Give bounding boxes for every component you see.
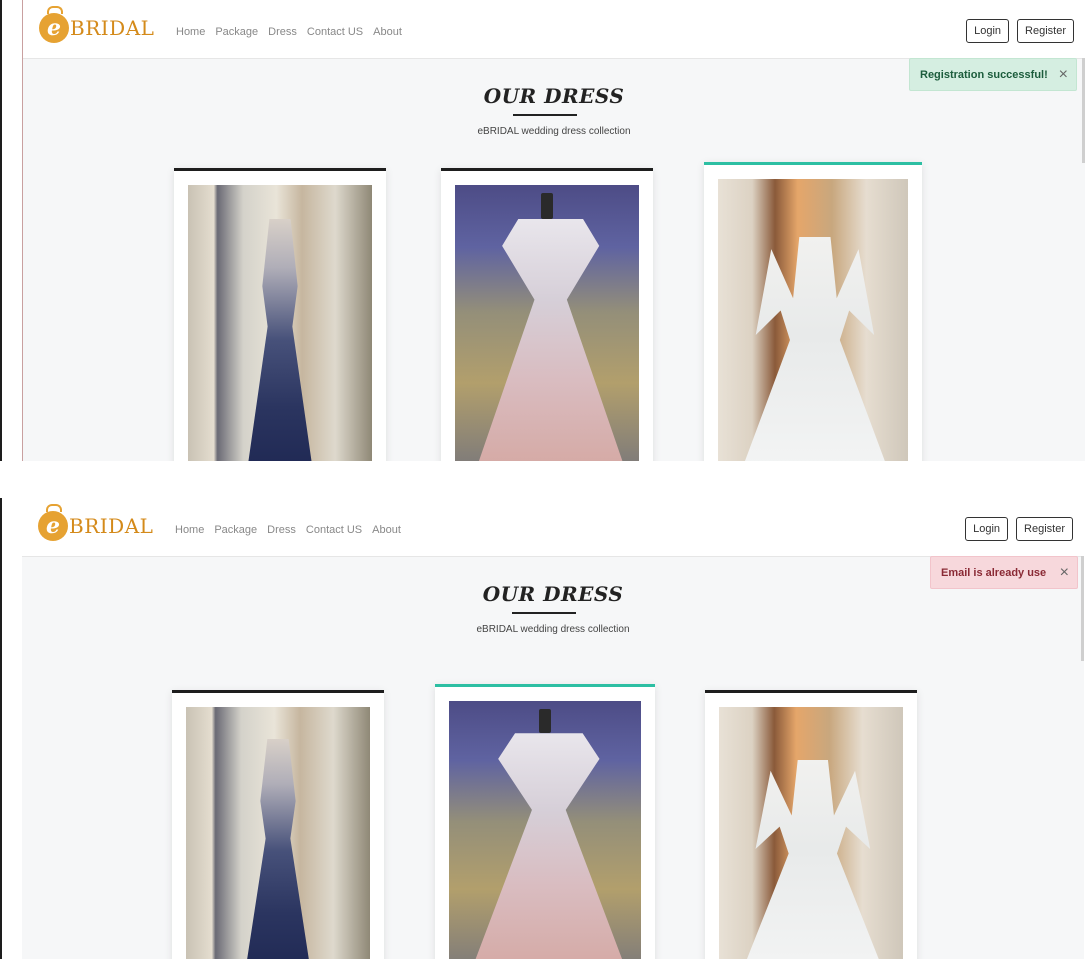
logo-mark-icon: e <box>38 504 68 541</box>
header: e BRIDAL Home Package Dress Contact US A… <box>23 0 1085 59</box>
nav-contact[interactable]: Contact US <box>307 26 363 38</box>
screenshot-email-error: e BRIDAL Home Package Dress Contact US A… <box>0 498 1087 959</box>
dress-card-active[interactable] <box>704 162 922 461</box>
logo-text: BRIDAL <box>69 514 154 538</box>
dress-card[interactable] <box>174 168 386 461</box>
nav-contact[interactable]: Contact US <box>306 524 362 536</box>
close-icon[interactable]: × <box>1060 564 1069 582</box>
navy-sequin-gown-icon <box>186 707 370 959</box>
login-button[interactable]: Login <box>966 19 1010 43</box>
nav-home[interactable]: Home <box>176 26 205 38</box>
logo-mark-icon: e <box>39 6 69 43</box>
section-subtitle: eBRIDAL wedding dress collection <box>476 624 630 635</box>
screenshot-registration-success: e BRIDAL Home Package Dress Contact US A… <box>0 0 1087 461</box>
login-button[interactable]: Login <box>965 517 1009 541</box>
site-page: e BRIDAL Home Package Dress Contact US A… <box>22 0 1085 461</box>
title-underline <box>513 114 577 116</box>
nav-dress[interactable]: Dress <box>267 524 296 536</box>
auth-buttons: Login Register <box>966 19 1074 43</box>
nav-about[interactable]: About <box>373 26 402 38</box>
logo[interactable]: e BRIDAL <box>39 6 155 43</box>
dress-card[interactable] <box>705 690 917 959</box>
dress-card[interactable] <box>172 690 384 959</box>
close-icon[interactable]: × <box>1059 66 1068 84</box>
success-alert-message: Registration successful! <box>920 68 1048 81</box>
nav-dress[interactable]: Dress <box>268 26 297 38</box>
navy-sequin-gown-icon <box>188 185 372 461</box>
dress-card[interactable] <box>441 168 653 461</box>
error-alert-message: Email is already use <box>941 566 1047 579</box>
section-subtitle: eBRIDAL wedding dress collection <box>477 126 631 137</box>
nav-package[interactable]: Package <box>215 26 258 38</box>
section-title: OUR DRESS <box>482 582 624 606</box>
auth-buttons: Login Register <box>965 517 1073 541</box>
scrollbar[interactable] <box>1081 556 1084 661</box>
site-page: e BRIDAL Home Package Dress Contact US A… <box>22 498 1084 959</box>
dress-card-active[interactable] <box>435 684 655 959</box>
main-nav: Home Package Dress Contact US About <box>176 26 402 38</box>
white-long-sleeve-ballgown-icon <box>719 707 903 959</box>
white-long-sleeve-ballgown-icon <box>718 179 908 461</box>
nav-package[interactable]: Package <box>214 524 257 536</box>
header: e BRIDAL Home Package Dress Contact US A… <box>22 498 1084 557</box>
scrollbar[interactable] <box>1082 58 1085 163</box>
logo[interactable]: e BRIDAL <box>38 504 154 541</box>
nav-about[interactable]: About <box>372 524 401 536</box>
main-nav: Home Package Dress Contact US About <box>175 524 401 536</box>
title-underline <box>512 612 576 614</box>
register-button[interactable]: Register <box>1016 517 1073 541</box>
nav-home[interactable]: Home <box>175 524 204 536</box>
blush-off-shoulder-gown-icon <box>449 701 641 959</box>
blush-off-shoulder-gown-icon <box>455 185 639 461</box>
register-button[interactable]: Register <box>1017 19 1074 43</box>
logo-text: BRIDAL <box>70 16 155 40</box>
section-title: OUR DRESS <box>483 84 625 108</box>
